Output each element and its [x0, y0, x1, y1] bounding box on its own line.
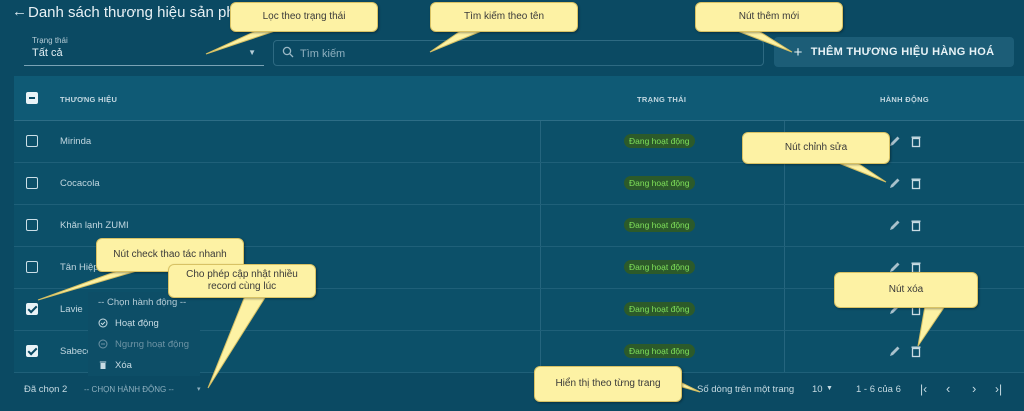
- status-filter[interactable]: Trạng thái Tất cả ▼: [24, 36, 264, 66]
- trash-icon[interactable]: [909, 218, 923, 232]
- status-filter-label: Trạng thái: [32, 36, 68, 45]
- row-checkbox[interactable]: [26, 219, 38, 231]
- callout-edit: Nút chỉnh sửa: [742, 132, 890, 164]
- status-filter-value: Tất cả: [32, 47, 63, 59]
- brand-name: Cocacola: [60, 178, 100, 189]
- bulk-action-menu: -- Chọn hành động -- Hoạt động Ngưng hoạ…: [88, 292, 200, 376]
- add-brand-button[interactable]: + THÊM THƯƠNG HIỆU HÀNG HOÁ: [774, 37, 1014, 67]
- status-badge: Đang hoạt động: [624, 260, 695, 274]
- callout-bulk: Cho phép cập nhật nhiều record cùng lúc: [168, 264, 316, 298]
- status-badge: Đang hoạt động: [624, 344, 695, 358]
- trash-icon: [99, 361, 107, 369]
- row-checkbox[interactable]: [26, 303, 38, 315]
- menu-item-label: Ngưng hoạt động: [115, 338, 189, 350]
- column-header-status: TRẠNG THÁI: [637, 95, 687, 104]
- column-header-brand: THƯƠNG HIỆU: [60, 95, 118, 104]
- search-input[interactable]: [300, 45, 740, 62]
- back-arrow-icon[interactable]: ←: [12, 3, 27, 20]
- row-checkbox[interactable]: [26, 261, 38, 273]
- column-header-actions: HÀNH ĐỘNG: [880, 95, 929, 104]
- menu-item-delete[interactable]: Xóa: [88, 355, 200, 375]
- trash-icon[interactable]: [909, 134, 923, 148]
- callout-filter: Lọc theo trạng thái: [230, 2, 378, 32]
- table-footer: Đã chọn 2 -- CHỌN HÀNH ĐỘNG -- ▾ Số dòng…: [0, 375, 1024, 405]
- first-page-icon[interactable]: |‹: [920, 382, 927, 396]
- callout-delete: Nút xóa: [834, 272, 978, 308]
- edit-icon[interactable]: [888, 344, 902, 358]
- minus-circle-icon: [98, 339, 108, 349]
- rows-per-page-select[interactable]: 10: [812, 384, 823, 395]
- pagination-range: 1 - 6 của 6: [856, 384, 901, 395]
- menu-item-label: Hoạt động: [115, 317, 159, 329]
- menu-item-activate[interactable]: Hoạt động: [88, 313, 200, 333]
- edit-icon[interactable]: [888, 134, 902, 148]
- last-page-icon[interactable]: ›|: [995, 382, 1002, 396]
- trash-icon[interactable]: [909, 176, 923, 190]
- brand-name: Khăn lạnh ZUMI: [60, 220, 129, 231]
- edit-icon[interactable]: [888, 176, 902, 190]
- add-brand-label: THÊM THƯƠNG HIỆU HÀNG HOÁ: [810, 46, 995, 58]
- edit-icon[interactable]: [888, 218, 902, 232]
- caret-down-icon: ▾: [197, 386, 201, 393]
- status-badge: Đang hoạt động: [624, 302, 695, 316]
- next-page-icon[interactable]: ›: [972, 381, 976, 396]
- table-row: Cocacola Đang hoạt động: [14, 163, 1024, 205]
- rows-per-page-label: Số dòng trên một trang: [697, 384, 795, 395]
- status-badge: Đang hoạt động: [624, 134, 695, 148]
- callout-add: Nút thêm mới: [695, 2, 843, 32]
- prev-page-icon[interactable]: ‹: [946, 381, 950, 396]
- caret-down-icon: ▼: [248, 48, 256, 57]
- brand-name: Lavie: [60, 304, 83, 315]
- row-checkbox[interactable]: [26, 177, 38, 189]
- callout-search: Tìm kiếm theo tên: [430, 2, 578, 32]
- plus-icon: +: [793, 43, 803, 61]
- search-box[interactable]: [273, 40, 764, 66]
- row-checkbox[interactable]: [26, 345, 38, 357]
- page-title: Danh sách thương hiệu sản phẩm: [28, 4, 256, 21]
- status-badge: Đang hoạt động: [624, 176, 695, 190]
- selected-count: Đã chọn 2: [24, 384, 68, 395]
- menu-item-label: Xóa: [115, 359, 132, 371]
- table-header: THƯƠNG HIỆU TRẠNG THÁI HÀNH ĐỘNG: [14, 76, 1024, 121]
- status-badge: Đang hoạt động: [624, 218, 695, 232]
- menu-item-deactivate[interactable]: Ngưng hoạt động: [88, 334, 200, 354]
- callout-pagination: Hiển thị theo từng trang: [534, 366, 682, 402]
- trash-icon[interactable]: [909, 344, 923, 358]
- caret-down-icon: ▼: [826, 385, 833, 392]
- select-all-checkbox[interactable]: [26, 92, 38, 104]
- row-checkbox[interactable]: [26, 135, 38, 147]
- search-icon: [282, 46, 294, 58]
- bulk-action-select[interactable]: -- CHỌN HÀNH ĐỘNG --: [84, 385, 174, 394]
- brand-name: Tân Hiệp: [60, 262, 99, 273]
- brand-name: Mirinda: [60, 136, 92, 147]
- check-circle-icon: [98, 318, 108, 328]
